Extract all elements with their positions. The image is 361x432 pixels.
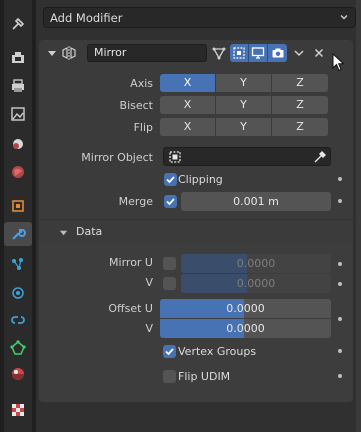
texture-tab-icon[interactable] xyxy=(8,400,28,420)
modifier-name-field[interactable]: Mirror xyxy=(87,44,207,62)
output-tab-icon[interactable] xyxy=(8,76,28,96)
offset-v-label: V xyxy=(145,322,153,335)
object-data-tab-icon[interactable] xyxy=(8,338,28,358)
data-subpanel-title: Data xyxy=(76,225,103,238)
offset-v-field[interactable]: 0.0000 xyxy=(160,319,331,338)
modifier-header: Mirror xyxy=(39,40,353,66)
checkmark-icon xyxy=(165,348,174,356)
keyframe-dot-clipping[interactable] xyxy=(338,177,342,181)
properties-tab-sidebar xyxy=(0,0,36,432)
flip-label: Flip xyxy=(133,121,153,134)
bisect-x-toggle[interactable]: X xyxy=(160,96,216,114)
vertex-groups-checkbox[interactable] xyxy=(163,345,176,358)
flip-z-toggle[interactable]: Z xyxy=(272,118,328,136)
mirror-u-value: 0.0000 xyxy=(236,257,276,270)
clipping-checkbox[interactable] xyxy=(164,173,177,186)
flip-y-toggle[interactable]: Y xyxy=(216,118,272,136)
edit-mode-toggle-icon[interactable] xyxy=(230,44,249,62)
keyframe-dot-merge[interactable] xyxy=(338,199,342,203)
axis-z-toggle[interactable]: Z xyxy=(272,74,328,92)
axis-x-toggle[interactable]: X xyxy=(160,74,216,92)
collapse-arrow-icon[interactable] xyxy=(47,48,57,58)
view-layer-tab-icon[interactable] xyxy=(8,104,28,124)
axis-y-toggle[interactable]: Y xyxy=(216,74,272,92)
flip-udim-label: Flip UDIM xyxy=(178,370,231,383)
merge-distance-field[interactable]: 0.001 m xyxy=(181,192,331,211)
bisect-y-toggle[interactable]: Y xyxy=(216,96,272,114)
world-tab-icon[interactable] xyxy=(8,162,28,182)
mirror-v-label: V xyxy=(145,276,153,289)
add-modifier-dropdown[interactable]: Add Modifier xyxy=(43,7,356,28)
physics-tab-icon[interactable] xyxy=(8,282,28,302)
mirror-v-value: 0.0000 xyxy=(236,277,276,290)
object-tab-icon[interactable] xyxy=(8,196,28,216)
bisect-toggle-group: X Y Z xyxy=(160,96,328,114)
checkmark-icon xyxy=(166,198,175,206)
keyframe-dot-mirror-u[interactable] xyxy=(338,262,342,266)
offset-v-value: 0.0000 xyxy=(226,322,265,335)
offset-u-label: Offset U xyxy=(108,302,153,315)
axis-toggle-group: X Y Z xyxy=(160,74,328,92)
axis-label: Axis xyxy=(130,77,153,90)
add-modifier-label: Add Modifier xyxy=(50,10,123,25)
render-toggle-camera-icon[interactable] xyxy=(268,44,287,62)
viewport-display-toggle-icon[interactable] xyxy=(249,44,268,62)
tool-tab-icon[interactable] xyxy=(8,14,28,34)
offset-u-value: 0.0000 xyxy=(226,302,265,315)
bisect-z-toggle[interactable]: Z xyxy=(272,96,328,114)
mirror-v-offset-field[interactable]: 0.0000 xyxy=(181,274,331,293)
scrollbar-track[interactable] xyxy=(356,0,361,432)
mouse-cursor-icon xyxy=(332,53,345,72)
clipping-label: Clipping xyxy=(178,173,223,186)
keyframe-dot-flip-udim[interactable] xyxy=(338,374,342,378)
material-tab-icon[interactable] xyxy=(8,364,28,384)
offset-u-field[interactable]: 0.0000 xyxy=(160,299,331,318)
object-icon xyxy=(169,151,181,163)
mirror-modifier-panel: Mirror Axis X Y Z Bisect X Y Z Flip X Y … xyxy=(39,40,353,402)
mirror-object-label: Mirror Object xyxy=(81,151,153,164)
remove-modifier-close-icon[interactable] xyxy=(309,44,328,62)
constraints-tab-icon[interactable] xyxy=(8,310,28,330)
modifier-properties: Add Modifier Mirror Axis X Y Z Bisect X … xyxy=(36,0,361,432)
particles-tab-icon[interactable] xyxy=(8,254,28,274)
chevron-down-icon xyxy=(340,15,348,20)
mirror-v-checkbox[interactable] xyxy=(163,277,176,290)
modifier-tab-wrench-icon[interactable] xyxy=(4,222,32,246)
mirror-modifier-icon xyxy=(62,46,76,60)
mirror-u-label: Mirror U xyxy=(109,256,153,269)
data-subpanel-header[interactable]: Data xyxy=(39,219,353,243)
scene-tab-icon[interactable] xyxy=(8,134,28,154)
flip-x-toggle[interactable]: X xyxy=(160,118,216,136)
flip-toggle-group: X Y Z xyxy=(160,118,328,136)
render-tab-icon[interactable] xyxy=(8,48,28,68)
expand-arrow-icon xyxy=(59,230,68,236)
mirror-object-field[interactable] xyxy=(163,147,331,166)
vertex-groups-label: Vertex Groups xyxy=(178,345,257,358)
edit-mode-cage-icon[interactable] xyxy=(209,44,228,62)
bisect-label: Bisect xyxy=(119,99,153,112)
mirror-u-checkbox[interactable] xyxy=(163,257,176,270)
merge-checkbox[interactable] xyxy=(164,195,177,208)
merge-distance-value: 0.001 m xyxy=(233,195,279,208)
mirror-u-offset-field[interactable]: 0.0000 xyxy=(181,254,331,273)
eyedropper-icon[interactable] xyxy=(313,150,327,164)
modifier-menu-chevron-icon[interactable] xyxy=(289,44,308,62)
keyframe-dot-vertex-groups[interactable] xyxy=(338,349,342,353)
merge-label: Merge xyxy=(118,195,153,208)
flip-udim-checkbox[interactable] xyxy=(163,370,176,383)
data-subpanel-body: Mirror U 0.0000 V 0.0000 Offset U 0.0000… xyxy=(39,243,353,402)
keyframe-dot-mirror-v[interactable] xyxy=(338,282,342,286)
keyframe-dot-offset[interactable] xyxy=(338,317,342,321)
checkmark-icon xyxy=(166,176,175,184)
